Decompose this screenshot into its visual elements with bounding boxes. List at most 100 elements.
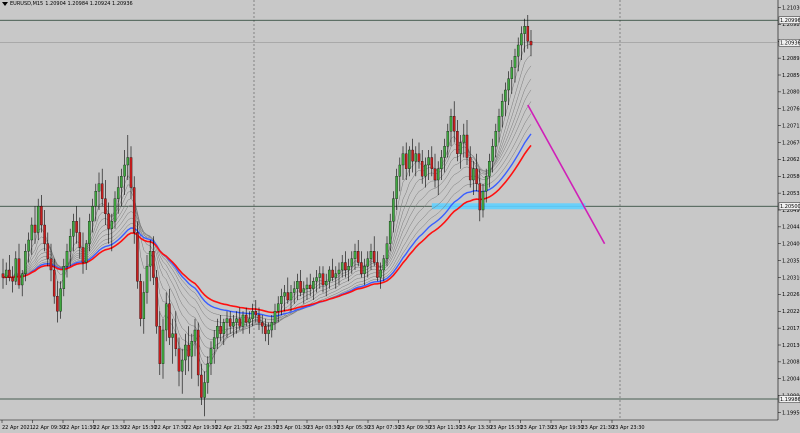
candle: [123, 164, 126, 177]
candle: [334, 273, 338, 278]
candle: [56, 296, 59, 312]
candle: [260, 322, 264, 327]
symbol-timeframe: EURUSD,M15: [10, 1, 44, 7]
candle: [8, 269, 11, 278]
candle: [369, 251, 373, 259]
candle: [481, 191, 485, 211]
candle: [347, 266, 350, 271]
price-tick-label: 1.20850: [782, 73, 800, 79]
candle: [478, 183, 482, 211]
candle: [504, 89, 507, 102]
time-tick-label: 22 Apr 11:30: [63, 425, 96, 431]
candle: [251, 311, 254, 319]
candle: [17, 258, 21, 286]
candle: [100, 183, 104, 199]
candle: [468, 157, 472, 181]
candle: [248, 318, 251, 323]
candle: [164, 303, 168, 331]
candle: [401, 153, 405, 166]
candle: [107, 213, 110, 229]
candle: [116, 187, 120, 199]
candle: [353, 251, 357, 259]
candle: [388, 221, 392, 244]
price-tick-label: 1.20445: [782, 225, 800, 231]
candle: [411, 149, 414, 162]
candle: [161, 329, 165, 364]
candle: [276, 303, 280, 312]
candle: [113, 198, 117, 222]
candle: [126, 157, 130, 166]
candle: [331, 269, 334, 278]
ohlc-readout: 1.20904 1.20984 1.20924 1.20936: [45, 1, 133, 7]
price-tick-label: 1.21030: [782, 5, 800, 11]
candle: [436, 168, 440, 181]
candle: [235, 318, 238, 323]
candle: [299, 281, 302, 293]
candle: [526, 26, 530, 42]
price-tick-label: 1.20805: [782, 90, 800, 96]
time-tick-label: 23 Apr 05:30: [338, 425, 371, 431]
candle: [228, 318, 232, 327]
price-tick-label: 1.20355: [782, 258, 800, 264]
candle: [424, 164, 427, 177]
price-tick-label: 1.20670: [782, 140, 800, 146]
price-tick-label: 1.20220: [782, 309, 800, 315]
time-tick-label: 23 Apr 11:30: [429, 425, 462, 431]
time-tick-label: 23 Apr 23:30: [612, 425, 645, 431]
candle: [318, 273, 322, 278]
price-tick-label: 1.20625: [782, 157, 800, 163]
price-tick-label: 1.20895: [782, 56, 800, 62]
candle: [385, 243, 389, 259]
candle: [379, 269, 382, 278]
time-tick-label: 22 Apr 13:30: [94, 425, 127, 431]
candlestick-chart[interactable]: 1.210301.209851.209401.208951.208501.208…: [0, 0, 800, 433]
chart-title-bar: EURUSD,M15 1.20904 1.20984 1.20924 1.209…: [2, 1, 133, 7]
candle: [244, 314, 248, 323]
price-tick-label: 1.20580: [782, 174, 800, 180]
support-zone[interactable]: [431, 203, 586, 210]
candle: [219, 326, 222, 334]
time-tick-label: 22 Apr 17:30: [155, 425, 188, 431]
candle: [446, 131, 450, 147]
candle: [315, 277, 318, 282]
candle: [20, 273, 24, 286]
candle: [500, 101, 504, 117]
candle: [168, 303, 171, 338]
candle: [1, 273, 5, 278]
candle: [507, 78, 510, 91]
candle: [232, 322, 235, 327]
price-tick-label: 1.20175: [782, 326, 800, 332]
candle: [84, 243, 88, 263]
price-tick-label: 1.19950: [782, 410, 800, 416]
candle: [40, 206, 43, 226]
time-tick-label: 23 Apr 13:30: [460, 425, 493, 431]
candle: [68, 236, 72, 252]
candle: [289, 292, 293, 301]
candle: [177, 348, 181, 372]
price-tick-label: 1.20760: [782, 107, 800, 113]
candle: [510, 67, 514, 79]
candle: [152, 251, 155, 278]
chevron-down-icon[interactable]: [2, 2, 8, 6]
candle: [267, 329, 270, 334]
candle: [360, 262, 363, 274]
candle: [33, 224, 37, 233]
candle: [296, 281, 299, 289]
candle: [110, 221, 114, 229]
time-tick-label: 22 Apr 09:30: [33, 425, 66, 431]
candle: [209, 348, 213, 364]
candle: [222, 322, 226, 334]
candle: [366, 258, 370, 267]
time-tick-label: 23 Apr 19:30: [551, 425, 584, 431]
candle: [30, 224, 34, 241]
candle: [59, 288, 62, 312]
candle: [286, 292, 290, 301]
time-tick-label: 23 Apr 07:30: [368, 425, 401, 431]
candle: [193, 329, 197, 342]
candle: [356, 251, 360, 263]
chart-window[interactable]: 1.210301.209851.209401.208951.208501.208…: [0, 0, 800, 433]
candle: [414, 153, 418, 162]
candle: [472, 168, 475, 181]
candle: [283, 292, 286, 297]
candle: [203, 382, 206, 398]
